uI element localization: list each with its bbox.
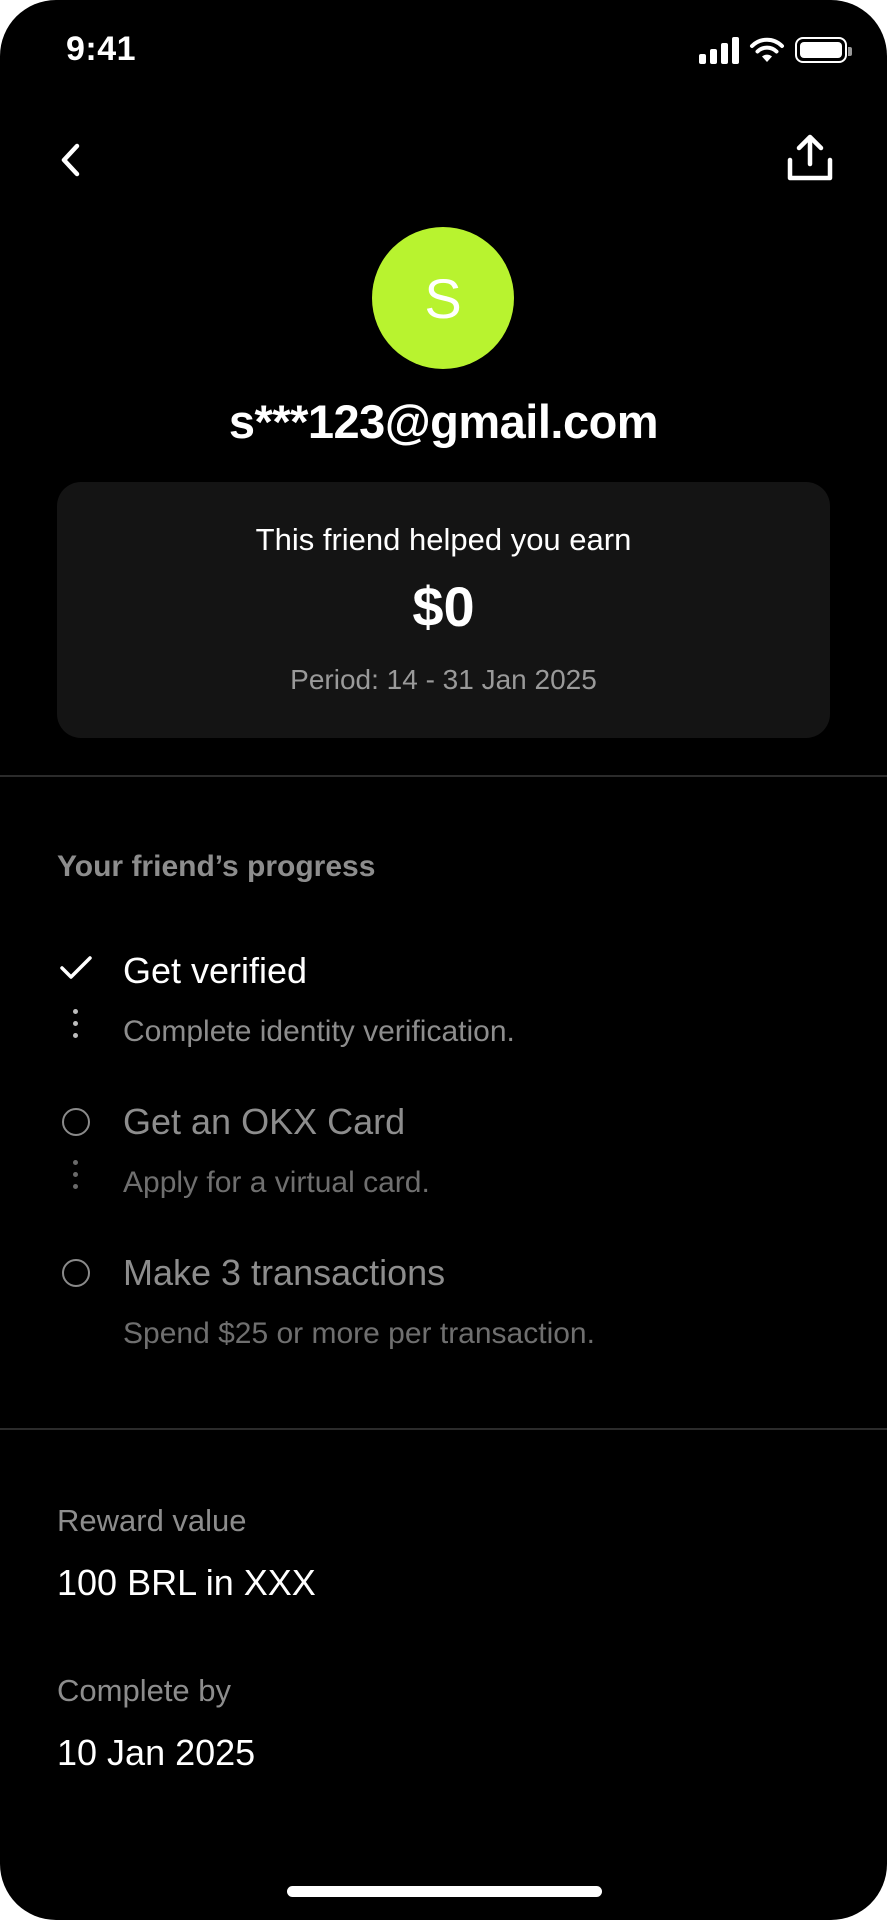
back-button[interactable]: [46, 136, 94, 184]
screen: 9:41 S s***123@gmail.com This friend hel…: [0, 0, 887, 1920]
home-indicator[interactable]: [287, 1886, 602, 1897]
wifi-icon: [750, 37, 784, 62]
status-time: 9:41: [66, 30, 137, 68]
circle-icon: [58, 1255, 94, 1291]
chevron-left-icon: [61, 143, 80, 177]
earnings-card: This friend helped you earn $0 Period: 1…: [57, 482, 830, 738]
progress-title: Your friend’s progress: [57, 850, 376, 883]
status-icons: [699, 36, 852, 64]
step-title: Get an OKX Card: [123, 1101, 406, 1142]
step-connector: [73, 1160, 78, 1189]
earnings-amount: $0: [412, 575, 475, 638]
divider: [0, 775, 887, 777]
step-description: Complete identity verification.: [123, 1015, 515, 1048]
share-upload-icon: [787, 134, 833, 181]
earnings-label: This friend helped you earn: [255, 522, 632, 557]
step-connector: [73, 1009, 78, 1038]
reward-value: 100 BRL in XXX: [57, 1562, 316, 1603]
circle-icon: [58, 1104, 94, 1140]
step-title: Make 3 transactions: [123, 1252, 446, 1293]
earnings-period: Period: 14 - 31 Jan 2025: [290, 664, 597, 695]
share-button[interactable]: [783, 130, 837, 186]
reward-value-label: Reward value: [57, 1503, 247, 1538]
cellular-signal-icon: [699, 36, 739, 64]
step-description: Spend $25 or more per transaction.: [123, 1317, 595, 1350]
avatar: S: [372, 227, 514, 369]
divider: [0, 1428, 887, 1430]
step-description: Apply for a virtual card.: [123, 1166, 430, 1199]
friend-email: s***123@gmail.com: [228, 395, 659, 448]
checkmark-icon: [58, 950, 94, 986]
complete-by-label: Complete by: [57, 1673, 232, 1708]
complete-by-date: 10 Jan 2025: [57, 1732, 256, 1773]
battery-icon: [795, 37, 852, 63]
step-title: Get verified: [123, 950, 308, 991]
